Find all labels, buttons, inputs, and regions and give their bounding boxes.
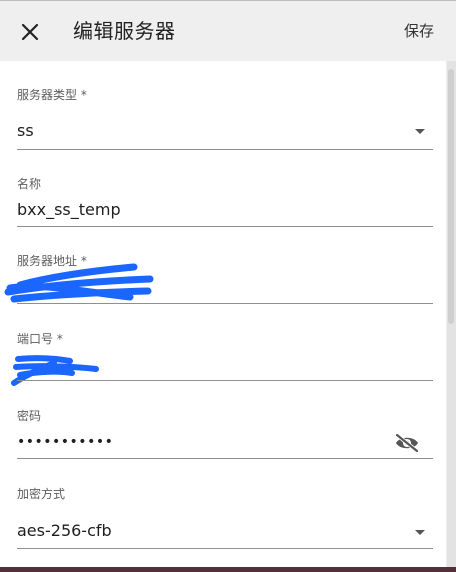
close-icon <box>21 23 39 41</box>
port-label: 端口号 * <box>17 332 63 346</box>
server-type-underline <box>17 149 433 150</box>
scrollbar-thumb[interactable] <box>448 69 454 324</box>
name-value: bxx_ss_temp <box>17 200 121 219</box>
encryption-value: aes-256-cfb <box>17 521 112 540</box>
password-underline <box>17 458 433 459</box>
server-address-field[interactable]: 服务器地址 * <box>4 253 433 307</box>
chevron-down-icon <box>415 530 425 535</box>
encryption-underline <box>17 548 433 549</box>
close-button[interactable] <box>14 16 46 48</box>
encryption-select[interactable]: 加密方式 aes-256-cfb <box>17 486 433 552</box>
port-underline <box>17 380 433 381</box>
redaction-scribble <box>4 263 154 303</box>
encryption-label: 加密方式 <box>17 487 66 501</box>
scrollbar[interactable] <box>447 61 456 572</box>
page-title: 编辑服务器 <box>73 19 176 43</box>
password-value: ••••••••••• <box>17 434 114 450</box>
server-type-value: ss <box>17 121 34 140</box>
background-strip <box>0 567 456 572</box>
server-type-select[interactable]: 服务器类型 * ss <box>17 87 433 151</box>
password-field[interactable]: 密码 ••••••••••• <box>17 408 433 462</box>
save-button[interactable]: 保存 <box>404 19 434 43</box>
chevron-down-icon <box>415 129 425 134</box>
redaction-scribble <box>11 355 99 386</box>
name-label: 名称 <box>17 177 42 191</box>
password-label: 密码 <box>17 409 42 423</box>
name-underline <box>17 226 433 227</box>
server-type-label: 服务器类型 * <box>17 88 87 102</box>
app-bar: 编辑服务器 保存 <box>0 0 456 61</box>
port-field[interactable]: 端口号 * <box>11 331 433 386</box>
eye-off-icon[interactable] <box>394 433 420 453</box>
name-field[interactable]: 名称 bxx_ss_temp <box>17 176 433 230</box>
server-address-underline <box>17 303 433 304</box>
edit-server-form: 服务器类型 * ss 名称 bxx_ss_temp 服务器地址 * 端口号 * … <box>0 61 446 572</box>
